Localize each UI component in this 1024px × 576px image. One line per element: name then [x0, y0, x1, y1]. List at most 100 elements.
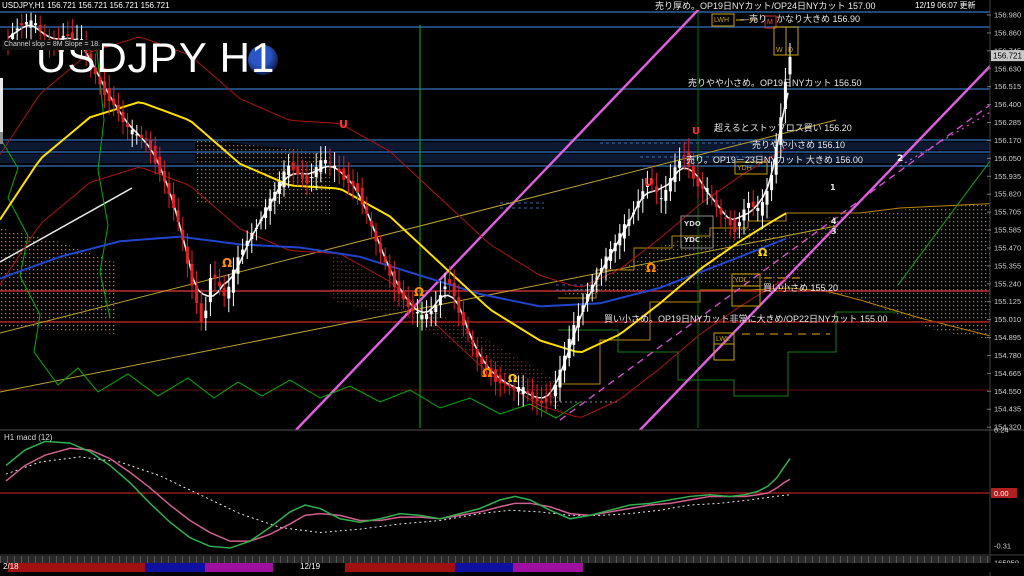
level-box-label: W [776, 47, 783, 54]
candle-body [420, 314, 424, 320]
candle-body [710, 195, 714, 197]
session-segment [345, 563, 455, 572]
candle-body [406, 298, 410, 307]
candle-body [300, 172, 304, 179]
candle-body [443, 286, 447, 290]
candle-body [655, 186, 659, 193]
candle-body [411, 304, 415, 312]
candle-body [144, 138, 148, 140]
candle-body [563, 355, 567, 371]
price-tick-label: 156.860 [994, 28, 1021, 37]
order-annotation: 売り。OP19－23日NYカット 大きめ 156.00 [686, 155, 863, 165]
time-axis-strip[interactable] [0, 556, 990, 563]
candle-body [567, 338, 571, 359]
candle-body [351, 180, 355, 186]
candle-body [176, 210, 180, 223]
candle-body [627, 219, 631, 226]
candle-body [273, 191, 277, 201]
order-annotation: ―売り かなり大きめ 156.90 [740, 14, 861, 24]
candle-body [595, 277, 599, 280]
level-box-label: LWH [714, 17, 729, 24]
price-tick-label: 155.585 [994, 226, 1021, 235]
candle-body [517, 386, 521, 392]
price-tick-label: 156.050 [994, 154, 1021, 163]
candle-body [714, 199, 718, 207]
candle-body [733, 219, 737, 232]
candle-body [310, 177, 314, 179]
session-segment [513, 563, 583, 572]
level-box-label: YDL [734, 277, 748, 284]
candle-body [15, 28, 19, 31]
candle-body [333, 165, 337, 169]
candle-body [471, 341, 475, 345]
price-tick-label: 155.935 [994, 172, 1021, 181]
candle-body [678, 161, 682, 168]
candle-body [526, 391, 530, 394]
price-tick-label: 156.285 [994, 118, 1021, 127]
candle-body [659, 198, 663, 200]
candle-body [425, 313, 429, 320]
candle-body [480, 356, 484, 365]
candle-body [11, 33, 15, 40]
candle-body [112, 98, 116, 105]
candle-body [475, 349, 479, 358]
level-box-label: LWL [716, 336, 730, 343]
candle-body [305, 175, 309, 184]
trading-chart-window: LWH M W D YDH YDL LWL 2 1 4 3 YDO YDC U U U Ω Ω Ω Ω Ω Ω 156.98… [0, 0, 1024, 576]
date-label: 2/18 [3, 562, 19, 571]
candle-body [498, 375, 502, 384]
candle-body [204, 310, 208, 319]
indicator-label: H1 macd (12) [4, 433, 53, 442]
price-tick-label: 156.630 [994, 64, 1021, 73]
candle-body [190, 263, 194, 286]
candle-body [369, 221, 373, 227]
left-scale-marker [0, 78, 3, 132]
candle-body [282, 171, 286, 188]
candle-body [765, 191, 769, 205]
candle-body [728, 218, 732, 226]
price-tick-label: 155.010 [994, 315, 1021, 324]
candle-body [149, 139, 153, 150]
candle-body [254, 227, 258, 229]
candle-body [319, 160, 323, 173]
candle-body [581, 305, 585, 312]
candle-body [604, 256, 608, 269]
candle-body [429, 310, 433, 315]
candle-body [314, 167, 318, 177]
chart-marker: U [644, 176, 653, 189]
candle-body [139, 134, 143, 138]
candle-body [360, 188, 364, 205]
price-tick-label: 155.240 [994, 279, 1021, 288]
candle-body [572, 325, 576, 345]
candle-body [415, 312, 419, 314]
chart-canvas[interactable]: LWH MW DYDHYDLLWL2143YDOYDCUUUΩΩΩ ΩΩΩ156.98… [0, 0, 1024, 576]
candle-body [291, 162, 295, 171]
price-tick-label: 156.515 [994, 82, 1021, 91]
chart-marker: Ω [758, 246, 768, 259]
candle-body [397, 281, 401, 294]
candle-body [208, 278, 212, 303]
candle-body [737, 222, 741, 227]
candle-body [356, 183, 360, 192]
candle-body [632, 212, 636, 215]
date-label: 12/19 [300, 562, 321, 571]
candle-body [512, 386, 516, 389]
order-annotation: 売りやや小さめ 156.10 [752, 140, 846, 150]
candle-body [770, 174, 774, 191]
chart-marker: 1 [830, 183, 836, 192]
candle-body [494, 369, 498, 382]
candle-body [609, 249, 613, 262]
candle-body [402, 291, 406, 300]
candle-body [103, 80, 107, 95]
candle-body [135, 134, 139, 136]
session-segment [205, 563, 273, 572]
candle-body [277, 181, 281, 194]
candle-body [116, 104, 120, 114]
price-tick-label: 156.170 [994, 136, 1021, 145]
chart-marker: 2 [897, 154, 903, 164]
price-tick-label: 154.550 [994, 387, 1021, 396]
candle-body [719, 208, 723, 215]
chart-marker: YDO [683, 220, 701, 228]
candle-body [668, 178, 672, 192]
candle-body [747, 202, 751, 209]
